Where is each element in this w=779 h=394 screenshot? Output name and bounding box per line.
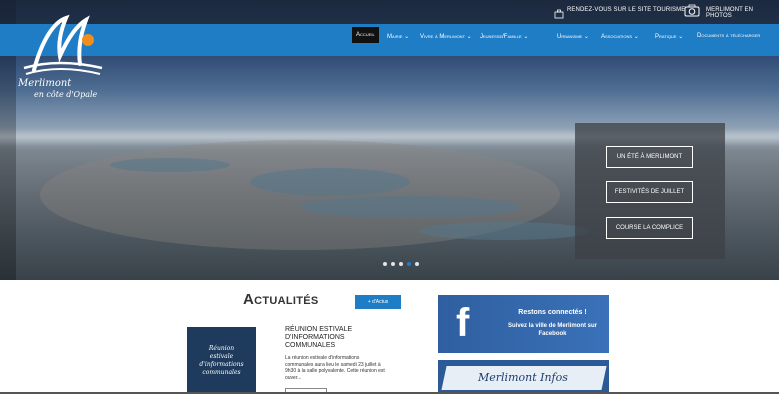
- nav-item-mairie[interactable]: Mairie ⌄: [387, 33, 409, 40]
- thumb-line: d'informations: [199, 361, 244, 368]
- news-headline[interactable]: RÉUNION ESTIVALE D'INFORMATIONS COMMUNAL…: [285, 326, 375, 350]
- facebook-banner[interactable]: f Restons connectés ! Suivez la ville de…: [438, 295, 609, 353]
- tidal-pool: [420, 222, 590, 240]
- slider-dot[interactable]: [383, 262, 387, 266]
- photos-link[interactable]: MERLIMONT EN PHOTOS: [706, 7, 779, 19]
- slider-dot-active[interactable]: [407, 262, 411, 266]
- nav-item-vivre[interactable]: Vivre à Merlimont ⌄: [420, 33, 472, 40]
- nav-item-associations[interactable]: Associations ⌄: [601, 33, 639, 40]
- nav-item-documents[interactable]: Documents à télécharger: [697, 33, 760, 39]
- cta-festivites-button[interactable]: FESTIVITÉS DE JUILLET: [606, 181, 693, 203]
- cta-ete-button[interactable]: UN ÉTÉ À MERLIMONT: [606, 146, 693, 168]
- nav-item-accueil[interactable]: Accueil: [352, 27, 379, 43]
- nav-item-urbanisme[interactable]: Urbanisme ⌄: [557, 33, 589, 40]
- cta-course-button[interactable]: COURSE LA COMPLICE: [606, 217, 693, 239]
- facebook-icon: f: [456, 301, 470, 345]
- logo-mark-icon: [23, 14, 103, 75]
- facebook-title: Restons connectés !: [518, 309, 587, 316]
- news-excerpt: La réunion estivale d'informations commu…: [285, 355, 385, 381]
- tidal-pool: [250, 168, 410, 196]
- thumb-line: Réunion: [208, 345, 235, 352]
- logo-tagline: en côte d'Opale: [34, 90, 98, 99]
- luggage-icon: [554, 6, 564, 24]
- slider-dot[interactable]: [399, 262, 403, 266]
- facebook-subtitle: Suivez la ville de Merlimont sur Faceboo…: [507, 323, 598, 337]
- news-section-title: Actualités: [243, 291, 319, 308]
- thumb-line: estivale: [209, 353, 234, 360]
- camera-icon: [684, 4, 700, 22]
- more-news-button[interactable]: + d'Actus: [355, 295, 401, 309]
- nav-item-pratique[interactable]: Pratique ⌄: [655, 33, 683, 40]
- main-navigation: [0, 24, 779, 56]
- slider-dot[interactable]: [415, 262, 419, 266]
- merlimont-infos-banner[interactable]: Merlimont Infos: [438, 360, 609, 394]
- tourism-link[interactable]: RENDEZ-VOUS SUR LE SITE TOURISME: [567, 7, 685, 13]
- tidal-pool: [110, 158, 230, 172]
- logo-name: Merlimont: [18, 78, 72, 89]
- slider-dot[interactable]: [391, 262, 395, 266]
- nav-item-jeunesse[interactable]: Jeunesse/Famille ⌄: [480, 33, 528, 40]
- tidal-pool: [300, 196, 520, 218]
- infos-label: Merlimont Infos: [478, 371, 568, 384]
- news-thumbnail[interactable]: Réunion estivale d'informations communal…: [187, 327, 256, 394]
- thumb-line: communales: [202, 369, 241, 376]
